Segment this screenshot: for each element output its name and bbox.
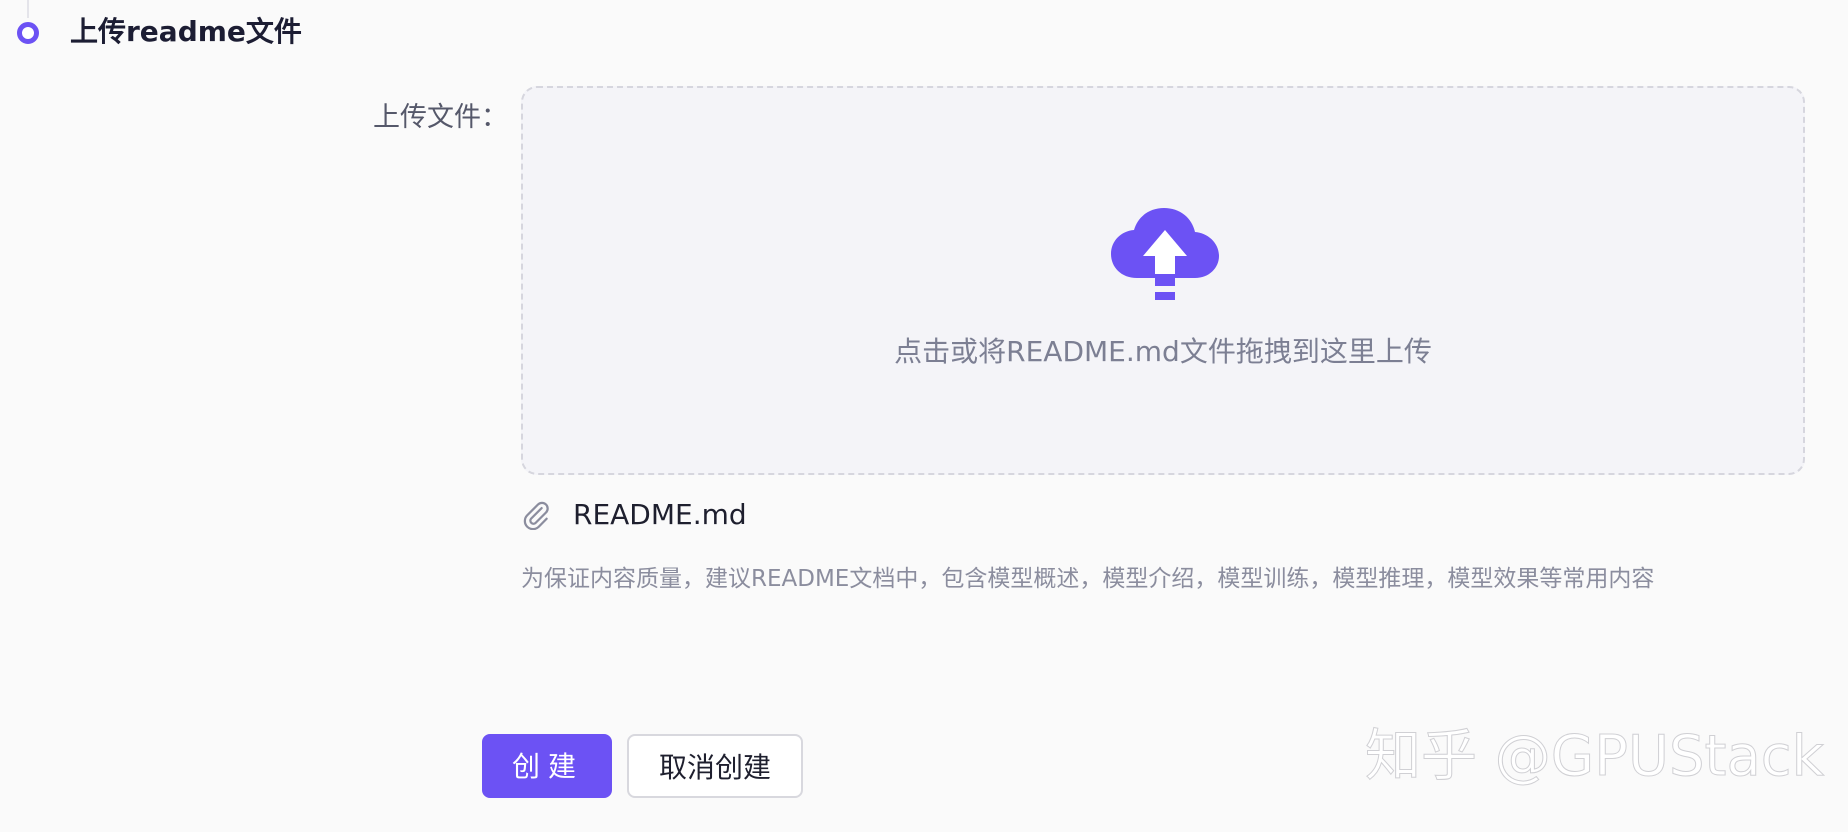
upload-dropzone[interactable]: 点击或将README.md文件拖拽到这里上传 (521, 86, 1805, 475)
uploaded-file-name: README.md (573, 498, 747, 531)
create-button[interactable]: 创建 (482, 734, 612, 798)
uploaded-file-item[interactable]: README.md (521, 494, 747, 536)
dropzone-text: 点击或将README.md文件拖拽到这里上传 (894, 335, 1432, 368)
readme-hint-text: 为保证内容质量，建议README文档中，包含模型概述，模型介绍，模型训练，模型推… (521, 566, 1655, 592)
paperclip-icon (523, 501, 549, 530)
step-indicator-icon (17, 22, 39, 44)
cancel-create-button[interactable]: 取消创建 (627, 734, 803, 798)
watermark: 知乎 @GPUStack (1365, 724, 1825, 790)
upload-file-label: 上传文件： (373, 102, 508, 133)
step-title: 上传readme文件 (70, 15, 302, 48)
step-timeline-line (27, 0, 29, 18)
upload-readme-step: 上传readme文件 上传文件： 点击或将README.md文件拖拽到这里上传 … (0, 0, 1848, 832)
cloud-upload-icon (1111, 208, 1219, 300)
